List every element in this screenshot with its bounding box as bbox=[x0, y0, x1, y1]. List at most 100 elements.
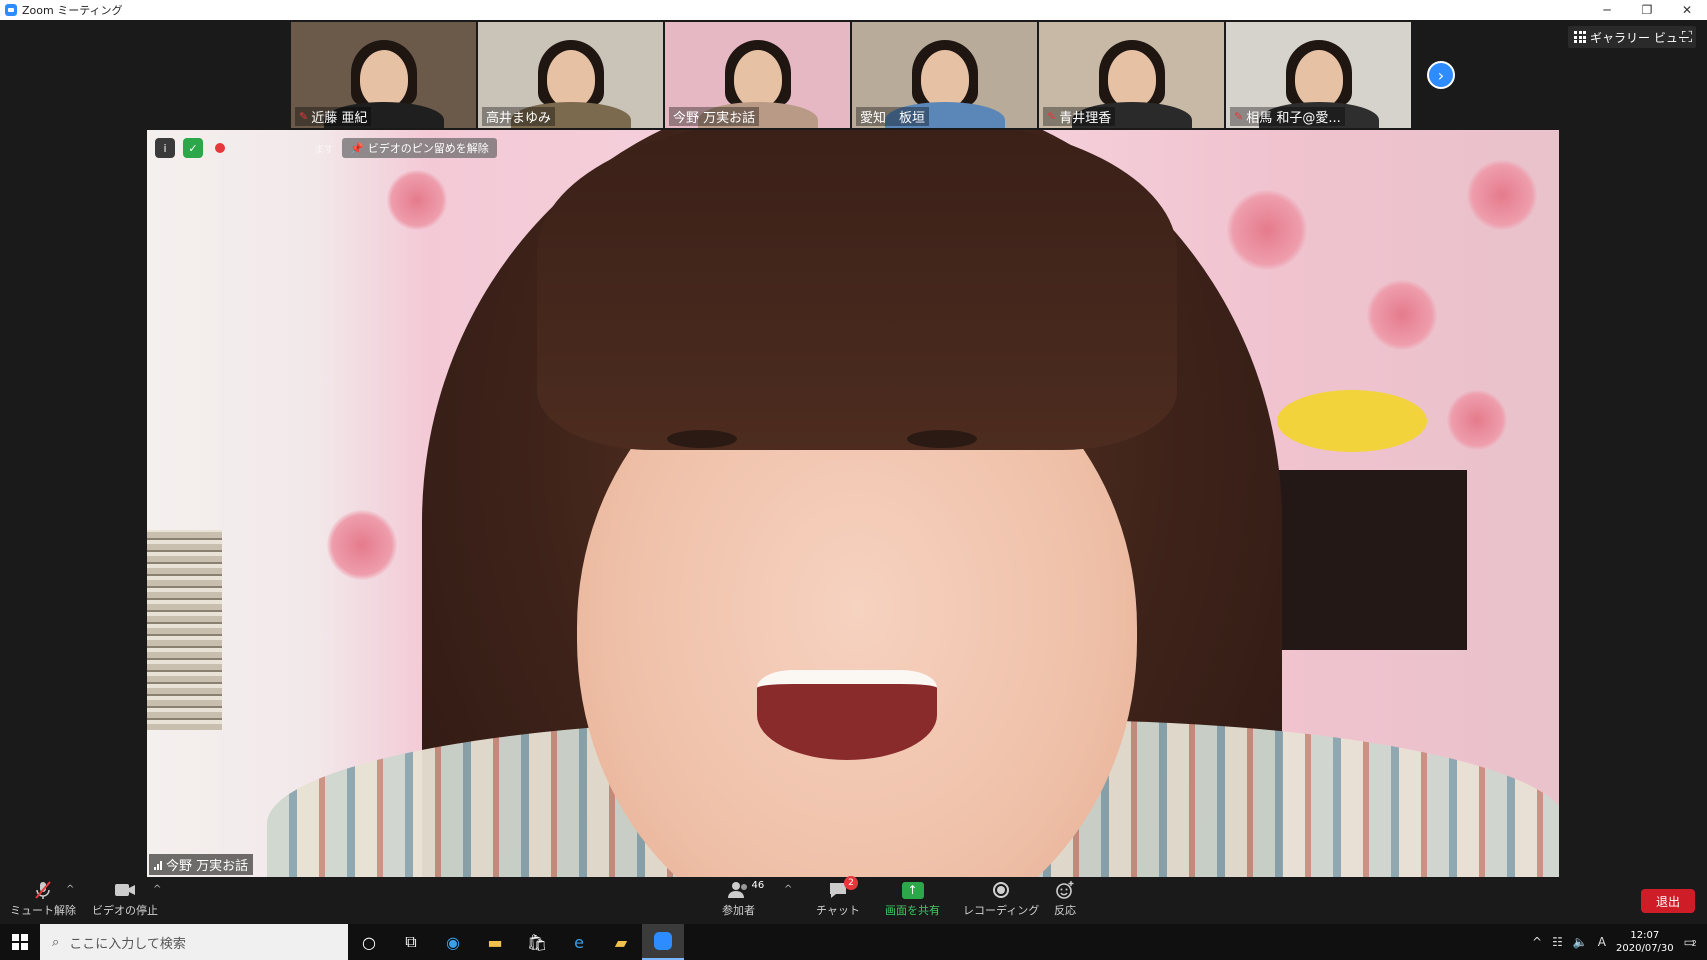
participant-strip: ✎ 近藤 亜紀 高井まゆみ 今野 万実お話 愛知 板垣 ✎ 青井理香 ✎ 相馬 和子@愛... bbox=[291, 22, 1411, 128]
notification-count: 2 bbox=[1691, 939, 1697, 948]
gallery-view-label: ギャラリー ビュー bbox=[1590, 30, 1690, 45]
participant-name-tag: 今野 万実お話 bbox=[669, 107, 760, 126]
share-screen-label: 画面を共有 bbox=[885, 904, 940, 917]
curtain-flower bbox=[1467, 160, 1537, 230]
microphone-muted-icon: ✎ bbox=[1234, 110, 1244, 123]
participant-name: 高井まゆみ bbox=[486, 111, 552, 126]
participant-name: 近藤 亜紀 bbox=[311, 111, 368, 126]
share-screen-icon-wrap: ↑ bbox=[901, 880, 924, 900]
gallery-view-button[interactable]: ギャラリー ビュー bbox=[1568, 26, 1696, 48]
search-placeholder: ここに入力して検索 bbox=[69, 936, 186, 952]
record-icon-wrap bbox=[993, 880, 1010, 900]
unpin-video-label: ビデオのピン留めを解除 bbox=[367, 142, 489, 155]
yellow-cushion bbox=[1277, 390, 1427, 452]
participant-thumbnail[interactable]: ✎ 相馬 和子@愛... bbox=[1226, 22, 1411, 128]
volume-icon[interactable]: 🔈 bbox=[1573, 935, 1588, 949]
cortana-icon[interactable]: ○ bbox=[348, 924, 390, 960]
participant-name: 青井理香 bbox=[1059, 111, 1112, 126]
clock-date: 2020/07/30 bbox=[1616, 943, 1674, 954]
meeting-area: ✎ 近藤 亜紀 高井まゆみ 今野 万実お話 愛知 板垣 ✎ 青井理香 ✎ 相馬 和子@愛... … bbox=[0, 20, 1707, 878]
share-screen-icon: ↑ bbox=[901, 881, 924, 899]
clock-time: 12:07 bbox=[1630, 930, 1660, 941]
notification-center-icon[interactable]: ▭ 2 bbox=[1684, 935, 1697, 949]
windows-logo-icon bbox=[12, 934, 28, 950]
obscured-text: ます bbox=[314, 145, 334, 156]
edge-browser-icon[interactable]: ◉ bbox=[432, 924, 474, 960]
meeting-toolbar: ミュート解除 ^ ビデオの停止 ^ 46 参加者 ^ 2 チャット ↑ 画面を共… bbox=[0, 876, 1707, 924]
unpin-video-button[interactable]: 📌 ビデオのピン留めを解除 bbox=[342, 138, 497, 158]
participants-button[interactable]: 46 参加者 bbox=[722, 880, 764, 918]
video-camera-icon bbox=[114, 880, 136, 900]
video-options-caret-icon[interactable]: ^ bbox=[153, 884, 161, 895]
speaker-bangs bbox=[537, 130, 1177, 450]
participant-name: 今野 万実お話 bbox=[673, 111, 756, 126]
record-icon bbox=[993, 882, 1010, 898]
main-speaker-video[interactable]: i ✓ ます 📌 ビデオのピン留めを解除 今野 万実お話 bbox=[147, 130, 1559, 877]
participant-face bbox=[546, 50, 595, 108]
leave-meeting-button[interactable]: 退出 bbox=[1641, 889, 1695, 913]
participant-name-tag: ✎ 青井理香 bbox=[1043, 107, 1116, 126]
microphone-muted-icon bbox=[33, 880, 53, 900]
curtain-flower bbox=[387, 170, 447, 230]
stop-video-button[interactable]: ビデオの停止 bbox=[92, 880, 158, 918]
windows-taskbar: ⌕ ここに入力して検索 ○ ⧉ ◉ ▬ 🛍 e ▰ ^ ☷ 🔈 A 12:07 … bbox=[0, 924, 1707, 960]
reactions-label: 反応 bbox=[1054, 904, 1076, 917]
record-label: レコーディング bbox=[963, 904, 1040, 917]
curtain-flower bbox=[1447, 390, 1507, 450]
system-tray: ^ ☷ 🔈 A 12:07 2020/07/30 ▭ 2 bbox=[1532, 924, 1707, 960]
participant-name: 相馬 和子@愛... bbox=[1246, 111, 1341, 126]
minimize-icon[interactable]: ─ bbox=[1587, 0, 1627, 20]
share-screen-button[interactable]: ↑ 画面を共有 bbox=[885, 880, 940, 918]
title-bar: Zoom ミーティング ─ ❐ ✕ bbox=[0, 0, 1707, 20]
chat-unread-badge: 2 bbox=[843, 876, 858, 890]
sticky-app-icon[interactable]: ▰ bbox=[600, 924, 642, 960]
participant-thumbnail[interactable]: 今野 万実お話 bbox=[665, 22, 850, 128]
participants-count: 46 bbox=[751, 880, 765, 891]
zoom-taskbar-icon[interactable] bbox=[642, 924, 684, 960]
next-page-button[interactable]: › bbox=[1427, 61, 1455, 89]
stop-video-label: ビデオの停止 bbox=[92, 904, 158, 917]
window-controls: ─ ❐ ✕ bbox=[1587, 0, 1707, 20]
record-button[interactable]: レコーディング bbox=[963, 880, 1039, 918]
chevron-right-icon: › bbox=[1437, 65, 1445, 85]
participants-options-caret-icon[interactable]: ^ bbox=[784, 884, 792, 895]
signal-strength-icon bbox=[154, 860, 162, 870]
book-stack bbox=[147, 530, 222, 730]
microphone-muted-icon: ✎ bbox=[1047, 110, 1057, 123]
windows-start-button[interactable] bbox=[0, 924, 40, 960]
chat-label: チャット bbox=[816, 904, 860, 917]
curtain-flower bbox=[1367, 280, 1437, 350]
participant-thumbnail[interactable]: 愛知 板垣 bbox=[852, 22, 1037, 128]
fullscreen-icon[interactable]: ⛶ bbox=[1678, 28, 1696, 46]
curtain-flower bbox=[1227, 190, 1307, 270]
participant-face bbox=[1294, 50, 1343, 108]
ime-indicator[interactable]: A bbox=[1598, 935, 1606, 949]
chevron-up-icon[interactable]: ^ bbox=[1532, 935, 1542, 949]
participant-thumbnail[interactable]: ✎ 青井理香 bbox=[1039, 22, 1224, 128]
pin-icon: 📌 bbox=[350, 141, 364, 155]
speaker-name: 今野 万実お話 bbox=[166, 859, 249, 874]
close-icon[interactable]: ✕ bbox=[1667, 0, 1707, 20]
store-icon[interactable]: 🛍 bbox=[516, 924, 558, 960]
participant-face bbox=[920, 50, 969, 108]
taskbar-clock[interactable]: 12:07 2020/07/30 bbox=[1616, 929, 1674, 955]
speaker-eye bbox=[667, 430, 737, 448]
participant-thumbnail[interactable]: 高井まゆみ bbox=[478, 22, 663, 128]
chat-button[interactable]: 2 チャット bbox=[816, 876, 860, 918]
restore-icon[interactable]: ❐ bbox=[1627, 0, 1667, 20]
internet-explorer-icon[interactable]: e bbox=[558, 924, 600, 960]
reactions-button[interactable]: 反応 bbox=[1054, 880, 1076, 918]
speaker-eye bbox=[907, 430, 977, 448]
taskbar-search-input[interactable]: ⌕ ここに入力して検索 bbox=[40, 924, 348, 960]
shield-icon[interactable]: ✓ bbox=[183, 138, 203, 158]
window-title: Zoom ミーティング bbox=[22, 4, 123, 17]
participant-face bbox=[1107, 50, 1156, 108]
info-icon[interactable]: i bbox=[155, 138, 175, 158]
participant-name-tag: 愛知 板垣 bbox=[856, 107, 930, 126]
audio-options-caret-icon[interactable]: ^ bbox=[66, 884, 74, 895]
task-view-icon[interactable]: ⧉ bbox=[390, 924, 432, 960]
file-explorer-icon[interactable]: ▬ bbox=[474, 924, 516, 960]
participant-thumbnail[interactable]: ✎ 近藤 亜紀 bbox=[291, 22, 476, 128]
network-icon[interactable]: ☷ bbox=[1552, 935, 1563, 949]
recording-dot-icon bbox=[215, 143, 225, 153]
